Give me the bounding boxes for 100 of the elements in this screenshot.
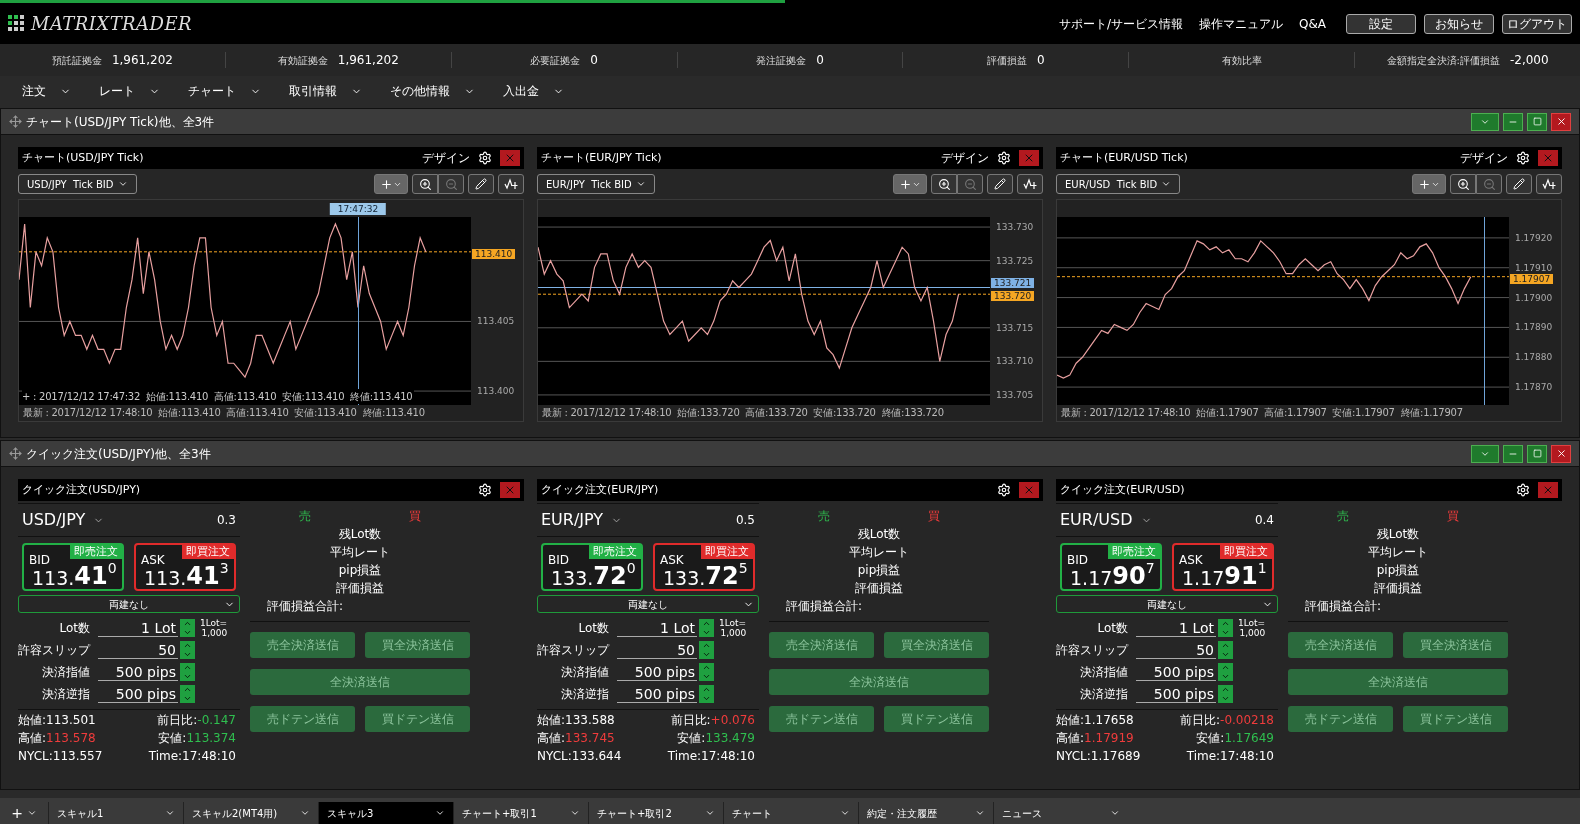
hedge-select[interactable]: 両建なし	[537, 595, 759, 613]
header-button[interactable]: 設定	[1346, 13, 1416, 34]
spin-up-button[interactable]	[699, 663, 714, 672]
spin-down-button[interactable]	[1218, 672, 1233, 681]
menu-item[interactable]: チャート	[188, 82, 261, 100]
design-button[interactable]: デザイン	[422, 149, 470, 167]
spin-down-button[interactable]	[699, 628, 714, 637]
design-button[interactable]: デザイン	[941, 149, 989, 167]
tab[interactable]: スキャル3	[318, 802, 453, 824]
crosshair-button[interactable]	[893, 174, 927, 194]
design-button[interactable]: デザイン	[1460, 149, 1508, 167]
input-field[interactable]: 1 Lot	[98, 619, 178, 637]
spin-up-button[interactable]	[180, 619, 195, 628]
field-label: Lot数	[1096, 620, 1128, 637]
spin-down-button[interactable]	[180, 628, 195, 637]
spin-up-button[interactable]	[1218, 641, 1233, 650]
layout-button[interactable]	[1471, 444, 1499, 463]
input-field[interactable]: 50	[617, 641, 697, 659]
move-icon[interactable]	[9, 447, 22, 460]
maximize-button[interactable]	[1527, 444, 1547, 463]
spin-up-button[interactable]	[699, 619, 714, 628]
pair-select[interactable]: USD/JPY	[22, 508, 105, 532]
spin-down-button[interactable]	[180, 672, 195, 681]
spin-down-button[interactable]	[1218, 628, 1233, 637]
spin-up-button[interactable]	[180, 641, 195, 650]
crosshair-button[interactable]	[1412, 174, 1446, 194]
spin-down-button[interactable]	[180, 694, 195, 703]
header-link[interactable]: サポート/サービス情報	[1058, 14, 1183, 33]
spin-down-button[interactable]	[699, 694, 714, 703]
spin-down-button[interactable]	[1218, 694, 1233, 703]
menu-item[interactable]: 注文	[22, 82, 71, 100]
pair-select[interactable]: EUR/USD	[1060, 508, 1152, 532]
input-field[interactable]: 1 Lot	[617, 619, 697, 637]
menu-item[interactable]: その他情報	[390, 82, 475, 100]
instant-buy-button[interactable]: 即買注文	[182, 545, 234, 559]
draw-button[interactable]	[987, 174, 1013, 194]
chevron-up-icon	[1221, 619, 1230, 628]
layout-button[interactable]	[1471, 112, 1499, 131]
stat-value: 133.588	[565, 712, 615, 729]
settings-icon[interactable]	[478, 151, 492, 165]
draw-button[interactable]	[1506, 174, 1532, 194]
spin-up-button[interactable]	[1218, 663, 1233, 672]
input-field[interactable]: 500 pips	[617, 663, 697, 681]
input-field[interactable]: 500 pips	[1136, 685, 1216, 703]
draw-button[interactable]	[468, 174, 494, 194]
symbol-select[interactable]: USD/JPY Tick BID	[18, 174, 137, 194]
maximize-button[interactable]	[1527, 112, 1547, 131]
spin-down-button[interactable]	[699, 672, 714, 681]
spin-up-button[interactable]	[180, 663, 195, 672]
input-field[interactable]: 50	[98, 641, 178, 659]
hedge-select[interactable]: 両建なし	[18, 595, 240, 613]
pair-select[interactable]: EUR/JPY	[541, 508, 623, 532]
input-field[interactable]: 50	[1136, 641, 1216, 659]
spin-down-button[interactable]	[1218, 650, 1233, 659]
input-field[interactable]: 500 pips	[98, 685, 178, 703]
spin-up-button[interactable]	[1218, 685, 1233, 694]
close-button[interactable]	[1551, 444, 1571, 463]
header-button[interactable]: お知らせ	[1424, 13, 1494, 34]
minimize-button[interactable]	[1503, 444, 1523, 463]
add-tab-button[interactable]: +	[0, 802, 48, 824]
spin-up-button[interactable]	[180, 685, 195, 694]
menu-item[interactable]: 入出金	[503, 82, 564, 100]
settings-icon[interactable]	[997, 483, 1011, 497]
spin-up-button[interactable]	[699, 641, 714, 650]
spin-up-button[interactable]	[1218, 619, 1233, 628]
zoom-in-button[interactable]	[412, 174, 438, 194]
minimize-button[interactable]	[1503, 112, 1523, 131]
stat-value: 113.557	[52, 748, 103, 765]
symbol-select[interactable]: EUR/JPY Tick BID	[537, 174, 655, 194]
settings-icon[interactable]	[1516, 483, 1530, 497]
instant-buy-button[interactable]: 即買注文	[1220, 545, 1272, 559]
header-button[interactable]: ログアウト	[1502, 13, 1572, 34]
input-field[interactable]: 500 pips	[1136, 663, 1216, 681]
close-button[interactable]	[1551, 112, 1571, 131]
zoom-in-button[interactable]	[1450, 174, 1476, 194]
indicator-button[interactable]	[1536, 174, 1562, 194]
y-axis-label: 113.405	[477, 316, 515, 327]
crosshair-button[interactable]	[374, 174, 408, 194]
instant-buy-button[interactable]: 即買注文	[701, 545, 753, 559]
symbol-select[interactable]: EUR/USD Tick BID	[1056, 174, 1181, 194]
move-icon[interactable]	[9, 115, 22, 128]
header-link[interactable]: 操作マニュアル	[1199, 14, 1283, 33]
chevron-down-icon	[702, 628, 711, 637]
header-link[interactable]: Q&A	[1299, 14, 1326, 33]
input-field[interactable]: 500 pips	[98, 663, 178, 681]
indicator-button[interactable]	[498, 174, 524, 194]
menu-item[interactable]: レート	[99, 82, 160, 100]
menu-item[interactable]: 取引情報	[289, 82, 362, 100]
settings-icon[interactable]	[478, 483, 492, 497]
spin-down-button[interactable]	[180, 650, 195, 659]
spin-down-button[interactable]	[699, 650, 714, 659]
price-tag: 133.721	[991, 277, 1035, 288]
input-field[interactable]: 1 Lot	[1136, 619, 1216, 637]
settings-icon[interactable]	[1516, 151, 1530, 165]
hedge-select[interactable]: 両建なし	[1056, 595, 1278, 613]
input-field[interactable]: 500 pips	[617, 685, 697, 703]
indicator-button[interactable]	[1017, 174, 1043, 194]
settings-icon[interactable]	[997, 151, 1011, 165]
spin-up-button[interactable]	[699, 685, 714, 694]
zoom-in-button[interactable]	[931, 174, 957, 194]
